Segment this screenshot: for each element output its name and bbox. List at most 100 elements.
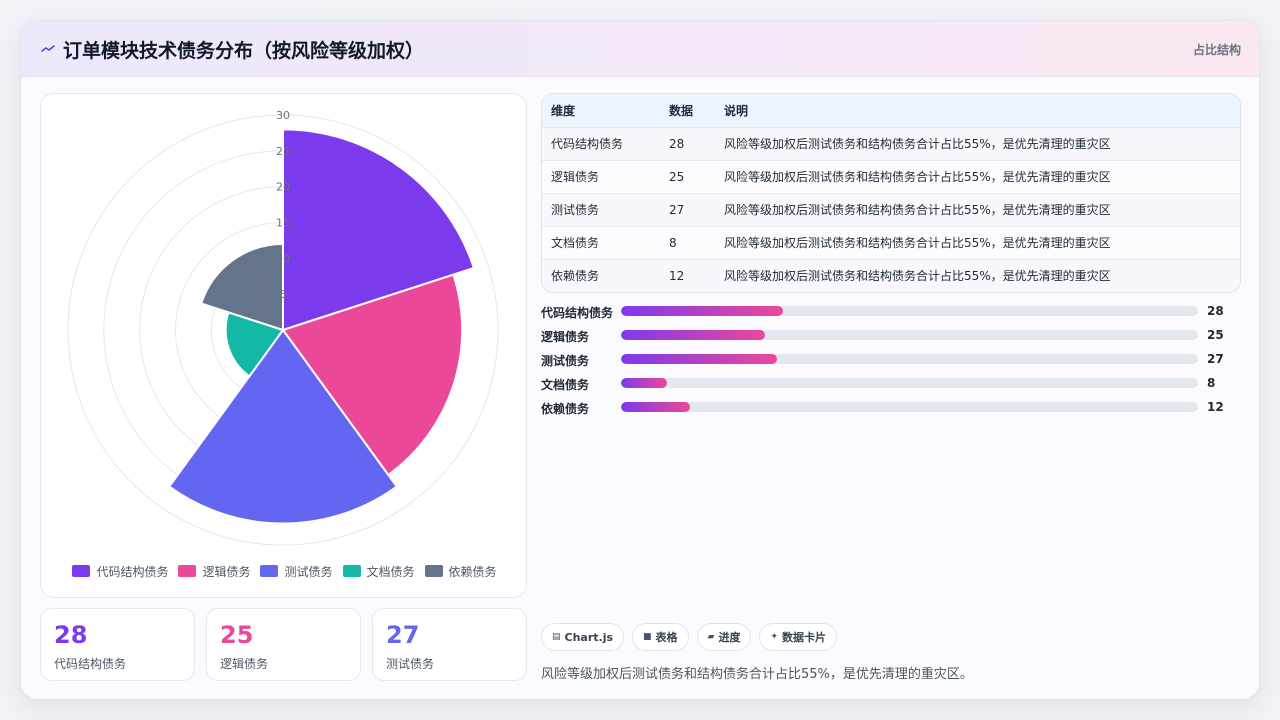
radial-tick-label: 5 [280,288,287,301]
progress-value: 25 [1207,328,1224,342]
legend-label: 代码结构债务 [96,564,169,579]
kpi-value: 27 [386,621,420,649]
progress-label: 逻辑债务 [541,330,590,344]
radial-tick-label: 15 [276,217,290,230]
progress-fill [621,354,777,364]
table-row: 测试债务 27 风险等级加权后测试债务和结构债务合计占比55%，是优先清理的重灾… [542,192,1240,226]
radial-tick-label: 30 [276,109,290,122]
kpi-cards: 28 代码结构债务 25 逻辑债务 27 测试债务 [40,608,527,681]
table-cell: 风险等级加权后测试债务和结构债务合计占比55%，是优先清理的重灾区 [715,126,1240,160]
kpi-label: 逻辑债务 [220,657,269,671]
table-cell: 风险等级加权后测试债务和结构债务合计占比55%，是优先清理的重灾区 [715,192,1240,226]
progress-row: 测试债务 27 [541,351,1241,368]
table-row: 代码结构债务 28 风险等级加权后测试债务和结构债务合计占比55%，是优先清理的… [542,126,1240,160]
kpi-value: 25 [220,621,254,649]
table-cell: 风险等级加权后测试债务和结构债务合计占比55%，是优先清理的重灾区 [715,258,1240,292]
table-cell: 28 [660,126,715,160]
kpi-card: 28 代码结构债务 [40,608,195,681]
progress-fill [621,378,668,388]
chip-label: 数据卡片 [782,631,827,644]
progress-row: 代码结构债务 28 [541,303,1241,320]
table-row: 依赖债务 12 风险等级加权后测试债务和结构债务合计占比55%，是优先清理的重灾… [542,258,1240,292]
progress-label: 依赖债务 [541,402,590,416]
legend-swatch [260,565,279,577]
table-cell: 27 [660,192,715,226]
card-header: 订单模块技术债务分布（按风险等级加权） 占比结构 [21,21,1259,77]
table-row: 文档债务 8 风险等级加权后测试债务和结构债务合计占比55%，是优先清理的重灾区 [542,225,1240,259]
legend-item[interactable]: 测试债务 [260,561,333,581]
chip-progress[interactable]: ▰ 进度 [696,623,752,651]
column-header: 说明 [724,103,749,118]
table-cell: 8 [660,225,715,259]
kpi-card: 25 逻辑债务 [206,608,361,681]
progress-value: 12 [1207,400,1224,414]
page-title: 订单模块技术债务分布（按风险等级加权） [63,40,425,62]
chip-label: 表格 [655,631,678,644]
legend-swatch [424,565,443,577]
dashboard-card: 订单模块技术债务分布（按风险等级加权） 占比结构 5 10 15 20 25 30 代码结… [20,20,1260,700]
sparkle-icon: ✦ [770,632,779,642]
legend-item[interactable]: 代码结构债务 [72,561,168,581]
legend-label: 文档债务 [366,564,415,579]
kpi-card: 27 测试债务 [372,608,527,681]
progress-track [621,402,1198,412]
chart-icon: ▤ [552,632,561,642]
legend-swatch [178,565,197,577]
table-cell: 风险等级加权后测试债务和结构债务合计占比55%，是优先清理的重灾区 [715,225,1240,259]
progress-icon: ▰ [707,632,715,642]
table-cell: 测试债务 [542,192,660,226]
progress-track [621,330,1198,340]
legend-item[interactable]: 依赖债务 [424,561,497,581]
table-cell: 代码结构债务 [542,126,660,160]
progress-track [621,354,1198,364]
table-cell: 文档债务 [542,225,660,259]
progress-label: 代码结构债务 [541,306,614,320]
progress-row: 逻辑债务 25 [541,327,1241,344]
data-table: 维度 数据 说明 代码结构债务 28 风险等级加权后测试债务和结构债务合计占比5… [541,93,1241,293]
header-tag: 占比结构 [1192,43,1241,57]
radial-tick-label: 10 [276,252,290,265]
chip-label: 进度 [718,631,741,644]
polar-segment[interactable] [199,242,284,332]
radial-tick-label: 25 [276,145,290,158]
table-row: 逻辑债务 25 风险等级加权后测试债务和结构债务合计占比55%，是优先清理的重灾… [542,159,1240,193]
polar-area-chart: 5 10 15 20 25 30 [67,109,499,546]
progress-track [621,306,1198,316]
progress-fill [621,402,691,412]
progress-row: 文档债务 8 [541,375,1241,392]
legend-label: 依赖债务 [448,564,497,579]
progress-value: 8 [1207,376,1216,390]
legend-swatch [342,565,361,577]
chip-data-card[interactable]: ✦ 数据卡片 [759,623,838,651]
kpi-label: 代码结构债务 [54,657,127,671]
chip-label: Chart.js [564,630,614,644]
progress-track [621,378,1198,388]
progress-label: 测试债务 [541,354,590,368]
table-header-row: 维度 数据 说明 [542,94,1240,127]
progress-value: 27 [1207,352,1224,366]
progress-fill [621,306,783,316]
kpi-label: 测试债务 [386,657,435,671]
table-icon: ■ [643,632,652,642]
progress-fill [621,330,766,340]
progress-list: 代码结构债务 28 逻辑债务 25 测试债务 27 文档债务 8 依赖债务 12 [541,303,1241,423]
table-cell: 25 [660,159,715,193]
chart-legend: 代码结构债务 逻辑债务 测试债务 文档债务 依赖债务 [41,561,528,581]
progress-row: 依赖债务 12 [541,399,1241,416]
table-cell: 依赖债务 [542,258,660,292]
legend-item[interactable]: 逻辑债务 [178,561,250,581]
summary-note: 风险等级加权后测试债务和结构债务合计占比55%，是优先清理的重灾区。 [541,667,973,682]
table-cell: 风险等级加权后测试债务和结构债务合计占比55%，是优先清理的重灾区 [715,159,1240,193]
chip-chartjs[interactable]: ▤ Chart.js [541,623,625,651]
column-header: 数据 [669,103,694,118]
progress-value: 28 [1207,304,1224,318]
polar-chart-panel: 5 10 15 20 25 30 代码结构债务 逻辑债务 测试债务 文档债务 依赖债务 [40,93,527,598]
legend-swatch [72,565,91,577]
table-cell: 12 [660,258,715,292]
legend-item[interactable]: 文档债务 [342,561,415,581]
chip-table[interactable]: ■ 表格 [632,623,689,651]
kpi-value: 28 [54,621,88,649]
legend-label: 逻辑债务 [202,564,251,579]
progress-label: 文档债务 [541,378,590,392]
column-header: 维度 [551,103,576,118]
